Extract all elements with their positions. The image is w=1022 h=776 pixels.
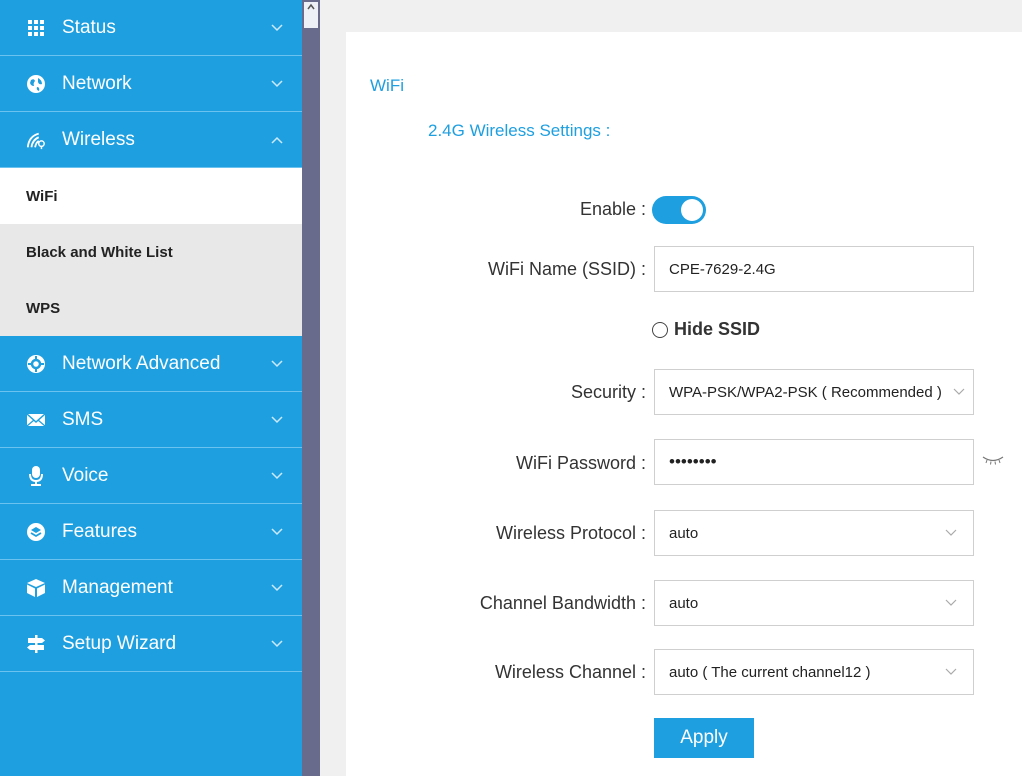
- security-label: Security :: [570, 382, 646, 402]
- wireless-icon: [26, 130, 46, 150]
- gear-icon: [26, 354, 46, 374]
- chevron-up-icon: [307, 3, 315, 10]
- menu-voice[interactable]: Voice: [0, 448, 302, 504]
- scroll-up-button[interactable]: [304, 2, 318, 28]
- grid-icon: [26, 18, 46, 38]
- ssid-label: WiFi Name (SSID) :: [487, 259, 646, 279]
- chevron-down-icon: [271, 359, 283, 367]
- menu-label: Setup Wizard: [62, 632, 177, 654]
- chevron-down-icon: [945, 668, 957, 675]
- toggle-knob: [681, 199, 703, 221]
- menu-label: Voice: [62, 464, 109, 486]
- chevron-down-icon: [271, 79, 283, 87]
- apply-button[interactable]: Apply: [654, 718, 754, 758]
- menu-sms[interactable]: SMS: [0, 392, 302, 448]
- chevron-down-icon: [271, 527, 283, 535]
- menu-network-advanced[interactable]: Network Advanced: [0, 336, 302, 392]
- hide-ssid-label: Hide SSID: [674, 319, 761, 339]
- signpost-icon: [26, 634, 46, 654]
- security-value: WPA-PSK/WPA2-PSK ( Recommended ): [669, 383, 942, 401]
- menu-label: Features: [62, 520, 137, 542]
- ssid-value: CPE-7629-2.4G: [669, 260, 776, 278]
- wireless-submenu: WiFi Black and White List WPS: [0, 168, 302, 336]
- protocol-select[interactable]: auto: [654, 510, 974, 556]
- chevron-up-icon: [271, 136, 283, 144]
- menu-label: Wireless: [62, 128, 135, 150]
- menu-label: Management: [62, 576, 173, 598]
- section-title: 2.4G Wireless Settings :: [428, 121, 611, 140]
- sidebar: Status Network Wireless WiFi Black and W…: [0, 0, 302, 776]
- chevron-down-icon: [271, 415, 283, 423]
- menu-wireless[interactable]: Wireless: [0, 112, 302, 168]
- page-title: WiFi: [370, 76, 404, 95]
- menu-label: Status: [62, 16, 116, 38]
- submenu-wps[interactable]: WPS: [0, 280, 302, 336]
- bandwidth-label: Channel Bandwidth :: [479, 593, 646, 613]
- submenu-wifi[interactable]: WiFi: [0, 168, 302, 224]
- bandwidth-value: auto: [669, 594, 699, 612]
- submenu-black-white-list[interactable]: Black and White List: [0, 224, 302, 280]
- menu-label: Network: [62, 72, 132, 94]
- microphone-icon: [26, 465, 46, 486]
- envelope-icon: [26, 410, 46, 430]
- main-content: WiFi 2.4G Wireless Settings : Enable : W…: [346, 32, 1022, 776]
- scrollbar[interactable]: [302, 0, 320, 776]
- password-label: WiFi Password :: [515, 453, 646, 473]
- cube-icon: [26, 578, 46, 598]
- hide-ssid-radio[interactable]: Hide SSID: [652, 319, 760, 340]
- show-password-icon[interactable]: [982, 452, 1004, 466]
- password-input[interactable]: ••••••••: [654, 439, 974, 485]
- menu-features[interactable]: Features: [0, 504, 302, 560]
- security-select[interactable]: WPA-PSK/WPA2-PSK ( Recommended ): [654, 369, 974, 415]
- chevron-down-icon: [945, 599, 957, 606]
- menu-setup-wizard[interactable]: Setup Wizard: [0, 616, 302, 672]
- chevron-down-icon: [271, 583, 283, 591]
- chevron-down-icon: [271, 23, 283, 31]
- menu-management[interactable]: Management: [0, 560, 302, 616]
- bandwidth-select[interactable]: auto: [654, 580, 974, 626]
- menu-label: SMS: [62, 408, 104, 430]
- chevron-down-icon: [271, 471, 283, 479]
- layers-icon: [26, 522, 46, 542]
- channel-select[interactable]: auto ( The current channel12 ): [654, 649, 974, 695]
- channel-value: auto ( The current channel12 ): [669, 663, 871, 681]
- enable-label: Enable :: [579, 199, 646, 219]
- channel-label: Wireless Channel :: [494, 662, 646, 682]
- menu-network[interactable]: Network: [0, 56, 302, 112]
- enable-toggle[interactable]: [652, 196, 706, 224]
- protocol-value: auto: [669, 524, 699, 542]
- radio-circle: [652, 321, 668, 338]
- chevron-down-icon: [271, 639, 283, 647]
- password-value: ••••••••: [669, 452, 717, 471]
- globe-icon: [26, 74, 46, 94]
- protocol-label: Wireless Protocol :: [495, 523, 646, 543]
- ssid-input[interactable]: CPE-7629-2.4G: [654, 246, 974, 292]
- chevron-down-icon: [945, 529, 957, 536]
- menu-status[interactable]: Status: [0, 0, 302, 56]
- chevron-down-icon: [953, 388, 965, 395]
- menu-label: Network Advanced: [62, 352, 221, 374]
